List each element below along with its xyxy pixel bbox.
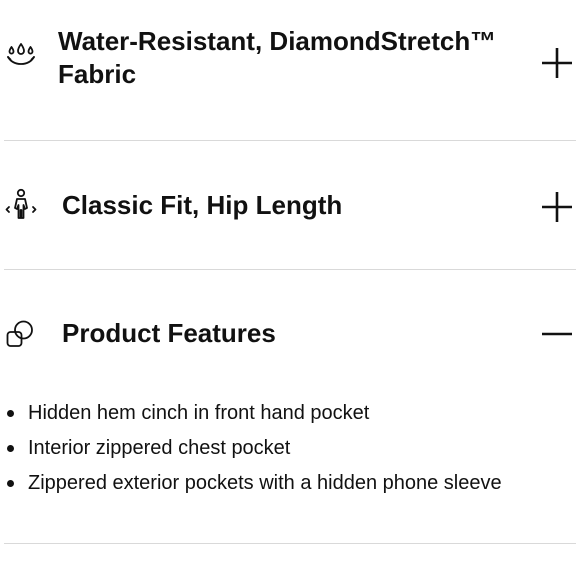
person-fit-icon	[3, 187, 39, 223]
minus-icon[interactable]	[540, 317, 574, 351]
bullet-icon	[7, 445, 14, 452]
accordion-title-fabric-line1: Water-Resistant, DiamondStretch™	[58, 26, 497, 56]
list-item: Zippered exterior pockets with a hidden …	[0, 466, 580, 501]
feature-text: Interior zippered chest pocket	[28, 437, 291, 459]
feature-text: Zippered exterior pockets with a hidden …	[28, 472, 502, 494]
plus-icon[interactable]	[540, 46, 574, 80]
plus-icon[interactable]	[540, 190, 574, 224]
list-item: Interior zippered chest pocket	[0, 431, 580, 466]
water-drops-icon	[3, 38, 39, 74]
accordion-title-fabric: Water-Resistant, DiamondStretch™ Fabric	[58, 25, 518, 91]
accordion-header-features[interactable]: Product Features	[0, 300, 580, 370]
accordion-title-fit: Classic Fit, Hip Length	[62, 190, 343, 220]
product-features-list: Hidden hem cinch in front hand pocket In…	[0, 396, 580, 501]
accordion-header-fit[interactable]: Classic Fit, Hip Length	[0, 170, 580, 240]
list-item: Hidden hem cinch in front hand pocket	[0, 396, 580, 431]
feature-text: Hidden hem cinch in front hand pocket	[28, 402, 370, 424]
accordion-title-features: Product Features	[62, 318, 276, 348]
divider	[4, 269, 576, 270]
accordion-title-fabric-line2: Fabric	[58, 59, 137, 89]
bullet-icon	[7, 480, 14, 487]
divider	[4, 140, 576, 141]
overlapping-shapes-icon	[3, 316, 39, 352]
accordion-header-fabric[interactable]: Water-Resistant, DiamondStretch™ Fabric	[0, 20, 580, 130]
bullet-icon	[7, 410, 14, 417]
divider	[4, 543, 576, 544]
